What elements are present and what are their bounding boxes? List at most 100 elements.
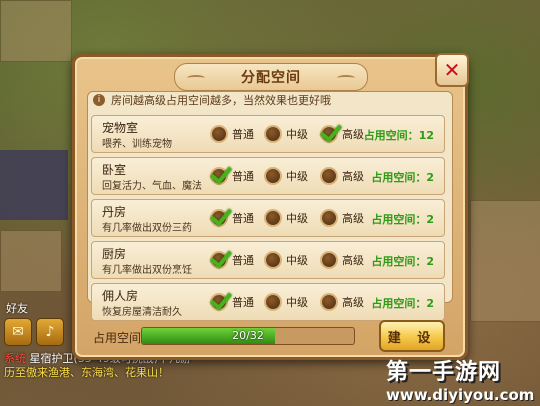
radio-icon[interactable] — [264, 251, 282, 269]
radio-icon[interactable] — [320, 209, 338, 227]
close-button[interactable]: ✕ — [435, 53, 469, 87]
tip-text: 房间越高级占用空间越多，当然效果也更好哦 — [111, 94, 331, 107]
level-option-label: 普通 — [232, 128, 254, 141]
checkmark-radio-icon[interactable] — [210, 293, 228, 311]
room-space-used: 占用空间：12 — [364, 127, 434, 143]
bg-rooftop-left — [0, 0, 72, 62]
radio-icon[interactable] — [264, 125, 282, 143]
chat-system-tag: 系统 — [4, 352, 26, 365]
level-option-label: 高级 — [342, 170, 364, 183]
microphone-icon[interactable]: ♪ — [36, 318, 64, 346]
level-option-2[interactable]: 中级 — [264, 291, 308, 313]
dialog-title: 分配空间 — [241, 70, 301, 86]
level-option-2[interactable]: 中级 — [264, 249, 308, 271]
room-name: 佣人房 — [102, 289, 139, 303]
room-row: 丹房有几率做出双份三药 普通 中级 高级 占用空间：2 — [91, 199, 445, 237]
info-icon: i — [93, 94, 105, 106]
level-option-2[interactable]: 中级 — [264, 207, 308, 229]
level-option-label: 高级 — [342, 296, 364, 309]
room-description: 喂养、训练宠物 — [102, 139, 172, 150]
space-progress-text: 20/32 — [232, 329, 264, 342]
room-space-used: 占用空间：2 — [371, 211, 434, 227]
room-row: 佣人房恢复房屋清洁耐久 普通 中级 高级 占用空间：2 — [91, 283, 445, 321]
radio-icon[interactable] — [264, 293, 282, 311]
level-option-label: 中级 — [286, 254, 308, 267]
tip-row: i 房间越高级占用空间越多，当然效果也更好哦 — [93, 91, 331, 109]
checkmark-radio-icon[interactable] — [210, 251, 228, 269]
level-option-label: 普通 — [232, 212, 254, 225]
level-option-label: 高级 — [342, 254, 364, 267]
space-prefix: 占用空间： — [363, 129, 419, 142]
level-option-label: 普通 — [232, 170, 254, 183]
room-description: 恢复房屋清洁耐久 — [102, 307, 182, 318]
level-option-2[interactable]: 中级 — [264, 165, 308, 187]
title-ornament-left — [187, 75, 205, 81]
room-space-used: 占用空间：2 — [371, 169, 434, 185]
radio-icon[interactable] — [320, 293, 338, 311]
room-row: 卧室回复活力、气血、魔法 普通 中级 高级 占用空间：2 — [91, 157, 445, 195]
space-value: 2 — [426, 171, 434, 184]
level-option-label: 中级 — [286, 212, 308, 225]
space-prefix: 占用空间： — [371, 255, 427, 268]
level-option-label: 中级 — [286, 296, 308, 309]
space-progress-bar: 20/32 — [141, 327, 355, 345]
watermark-url: www.diyiyou.com — [386, 386, 535, 404]
title-ornament-right — [337, 75, 355, 81]
radio-icon[interactable] — [264, 209, 282, 227]
room-name: 厨房 — [102, 247, 127, 261]
level-option-3[interactable]: 高级 — [320, 249, 364, 271]
level-option-3[interactable]: 高级 — [320, 165, 364, 187]
room-space-used: 占用空间：2 — [371, 295, 434, 311]
space-value: 12 — [418, 129, 434, 142]
bg-stall-left — [0, 150, 68, 220]
bg-wall-right — [470, 200, 540, 322]
bg-crates-left — [0, 230, 62, 292]
build-button[interactable]: 建 设 — [379, 320, 445, 352]
chat-line-2: 历至傲来渔港、东海湾、花果山！ — [4, 366, 304, 380]
level-option-label: 高级 — [342, 128, 364, 141]
dialog-title-plate: 分配空间 — [174, 63, 368, 91]
radio-icon[interactable] — [264, 167, 282, 185]
build-button-label: 建 设 — [387, 330, 437, 346]
watermark-logo-text: 第一手游网 — [386, 360, 502, 385]
room-description: 有几率做出双份三药 — [102, 223, 192, 234]
room-row: 宠物室喂养、训练宠物 普通 中级 高级 占用空间：12 — [91, 115, 445, 153]
radio-icon[interactable] — [210, 125, 228, 143]
radio-icon[interactable] — [320, 167, 338, 185]
level-option-3[interactable]: 高级 — [320, 291, 364, 313]
checkmark-radio-icon[interactable] — [210, 167, 228, 185]
level-option-1[interactable]: 普通 — [210, 249, 254, 271]
level-option-1[interactable]: 普通 — [210, 291, 254, 313]
level-option-3[interactable]: 高级 — [320, 123, 364, 145]
radio-icon[interactable] — [320, 251, 338, 269]
room-space-used: 占用空间：2 — [371, 253, 434, 269]
room-name: 宠物室 — [102, 121, 139, 135]
level-option-1[interactable]: 普通 — [210, 123, 254, 145]
level-option-label: 普通 — [232, 296, 254, 309]
space-value: 2 — [426, 255, 434, 268]
space-prefix: 占用空间： — [371, 171, 427, 184]
level-option-label: 普通 — [232, 254, 254, 267]
space-prefix: 占用空间： — [371, 297, 427, 310]
level-option-label: 高级 — [342, 212, 364, 225]
level-option-3[interactable]: 高级 — [320, 207, 364, 229]
space-prefix: 占用空间： — [371, 213, 427, 226]
space-value: 2 — [426, 213, 434, 226]
bg-friend-label: 好友 — [6, 302, 28, 315]
checkmark-radio-icon[interactable] — [320, 125, 338, 143]
room-list: 宠物室 喂养、训练宠物 普通 中级 高级 占用空间：12 卧室 回复活力、气血、魔法 普通 中级高… — [91, 115, 445, 325]
room-name: 丹房 — [102, 205, 127, 219]
checkmark-radio-icon[interactable] — [210, 209, 228, 227]
chat-text-2: 历至傲来渔港、东海湾、花果山！ — [4, 366, 169, 379]
chat-bubble-icon[interactable]: ✉ — [4, 318, 32, 346]
room-row: 厨房有几率做出双份烹饪 普通 中级 高级 占用空间：2 — [91, 241, 445, 279]
space-used-label: 占用空间 — [93, 331, 142, 345]
room-name: 卧室 — [102, 163, 127, 177]
level-option-2[interactable]: 中级 — [264, 123, 308, 145]
space-allocation-dialog: 分配空间 ✕ i 房间越高级占用空间越多，当然效果也更好哦 宠物室喂养、训练宠物… — [72, 53, 469, 360]
room-description: 回复活力、气血、魔法 — [102, 181, 202, 192]
level-option-1[interactable]: 普通 — [210, 207, 254, 229]
level-option-1[interactable]: 普通 — [210, 165, 254, 187]
room-description: 有几率做出双份烹饪 — [102, 265, 192, 276]
space-value: 2 — [426, 297, 434, 310]
